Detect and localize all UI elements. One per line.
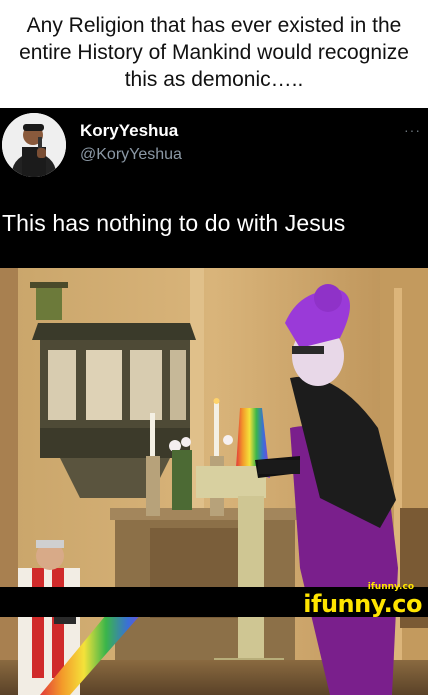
- church-scene-image: [0, 268, 428, 695]
- tweet-text: This has nothing to do with Jesus: [2, 210, 346, 236]
- meme-caption-area: Any Religion that has ever existed in th…: [0, 0, 428, 108]
- tweet-card: KoryYeshua @KoryYeshua ··· This has noth…: [0, 108, 428, 695]
- author-handle[interactable]: @KoryYeshua: [80, 146, 182, 164]
- author-name[interactable]: KoryYeshua: [80, 121, 178, 141]
- avatar-image: [2, 113, 66, 177]
- watermark-logo: ifunny.co: [303, 590, 422, 618]
- ellipsis-icon[interactable]: ···: [404, 122, 421, 138]
- meme-caption: Any Religion that has ever existed in th…: [19, 13, 409, 91]
- tweet-photo[interactable]: [0, 268, 428, 695]
- avatar[interactable]: [2, 113, 66, 177]
